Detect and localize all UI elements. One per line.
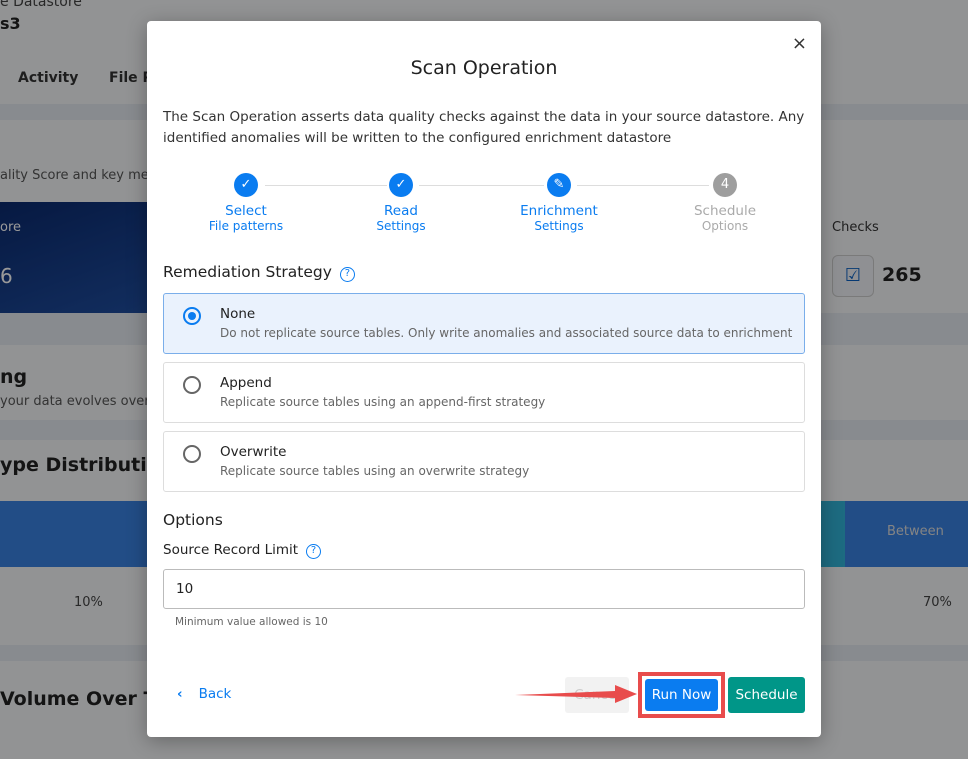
option-none[interactable]: None Do not replicate source tables. Only… [163,293,805,354]
step-title: Schedule [693,203,757,219]
option-desc: Replicate source tables using an append-… [220,395,546,409]
step-sub: File patterns [208,219,284,233]
option-desc: Replicate source tables using an overwri… [220,464,530,478]
help-icon[interactable]: ? [306,544,322,559]
back-button[interactable]: ‹ Back [177,686,231,702]
remediation-title: Remediation Strategy [163,263,332,281]
step-sub: Options [701,219,749,233]
record-limit-hint: Minimum value allowed is 10 [175,616,328,628]
run-now-button[interactable]: Run Now [645,679,718,711]
source-record-limit-input[interactable]: 10 [163,569,805,609]
dialog-title: Scan Operation [410,57,558,79]
pencil-icon: ✎ [547,173,571,197]
option-name: Overwrite [220,444,287,460]
close-icon[interactable]: × [792,33,807,54]
step-enrichment[interactable]: ✎ Enrichment Settings [504,173,614,233]
schedule-button[interactable]: Schedule [728,677,805,713]
annotation-arrow [515,685,637,703]
step-title: Select [225,203,267,219]
option-append[interactable]: Append Replicate source tables using an a… [163,362,805,423]
option-name: Append [220,375,272,391]
back-label: Back [198,686,232,702]
record-limit-label-wrap: Source Record Limit? [163,542,322,559]
chevron-left-icon: ‹ [177,686,183,702]
scan-operation-dialog: × Scan Operation The Scan Operation asse… [147,21,821,737]
step-title: Enrichment [520,203,598,219]
radio[interactable] [183,376,201,394]
step-sub: Settings [376,219,426,233]
step-sub: Settings [534,219,584,233]
record-limit-label: Source Record Limit [163,542,299,558]
step-schedule: 4 Schedule Options [670,173,780,233]
dialog-description: The Scan Operation asserts data quality … [163,109,805,146]
option-desc: Do not replicate source tables. Only wri… [220,326,793,340]
radio[interactable] [183,445,201,463]
options-heading: Options [163,511,223,529]
step-select[interactable]: ✓ Select File patterns [191,173,301,233]
check-icon: ✓ [389,173,413,197]
step-title: Read [384,203,418,219]
option-overwrite[interactable]: Overwrite Replicate source tables using a… [163,431,805,492]
option-name: None [220,306,256,322]
step-number: 4 [713,173,737,197]
step-read[interactable]: ✓ Read Settings [346,173,456,233]
check-icon: ✓ [234,173,258,197]
help-icon[interactable]: ? [339,267,355,282]
remediation-heading: Remediation Strategy? [163,263,355,282]
radio-selected[interactable] [183,307,201,325]
